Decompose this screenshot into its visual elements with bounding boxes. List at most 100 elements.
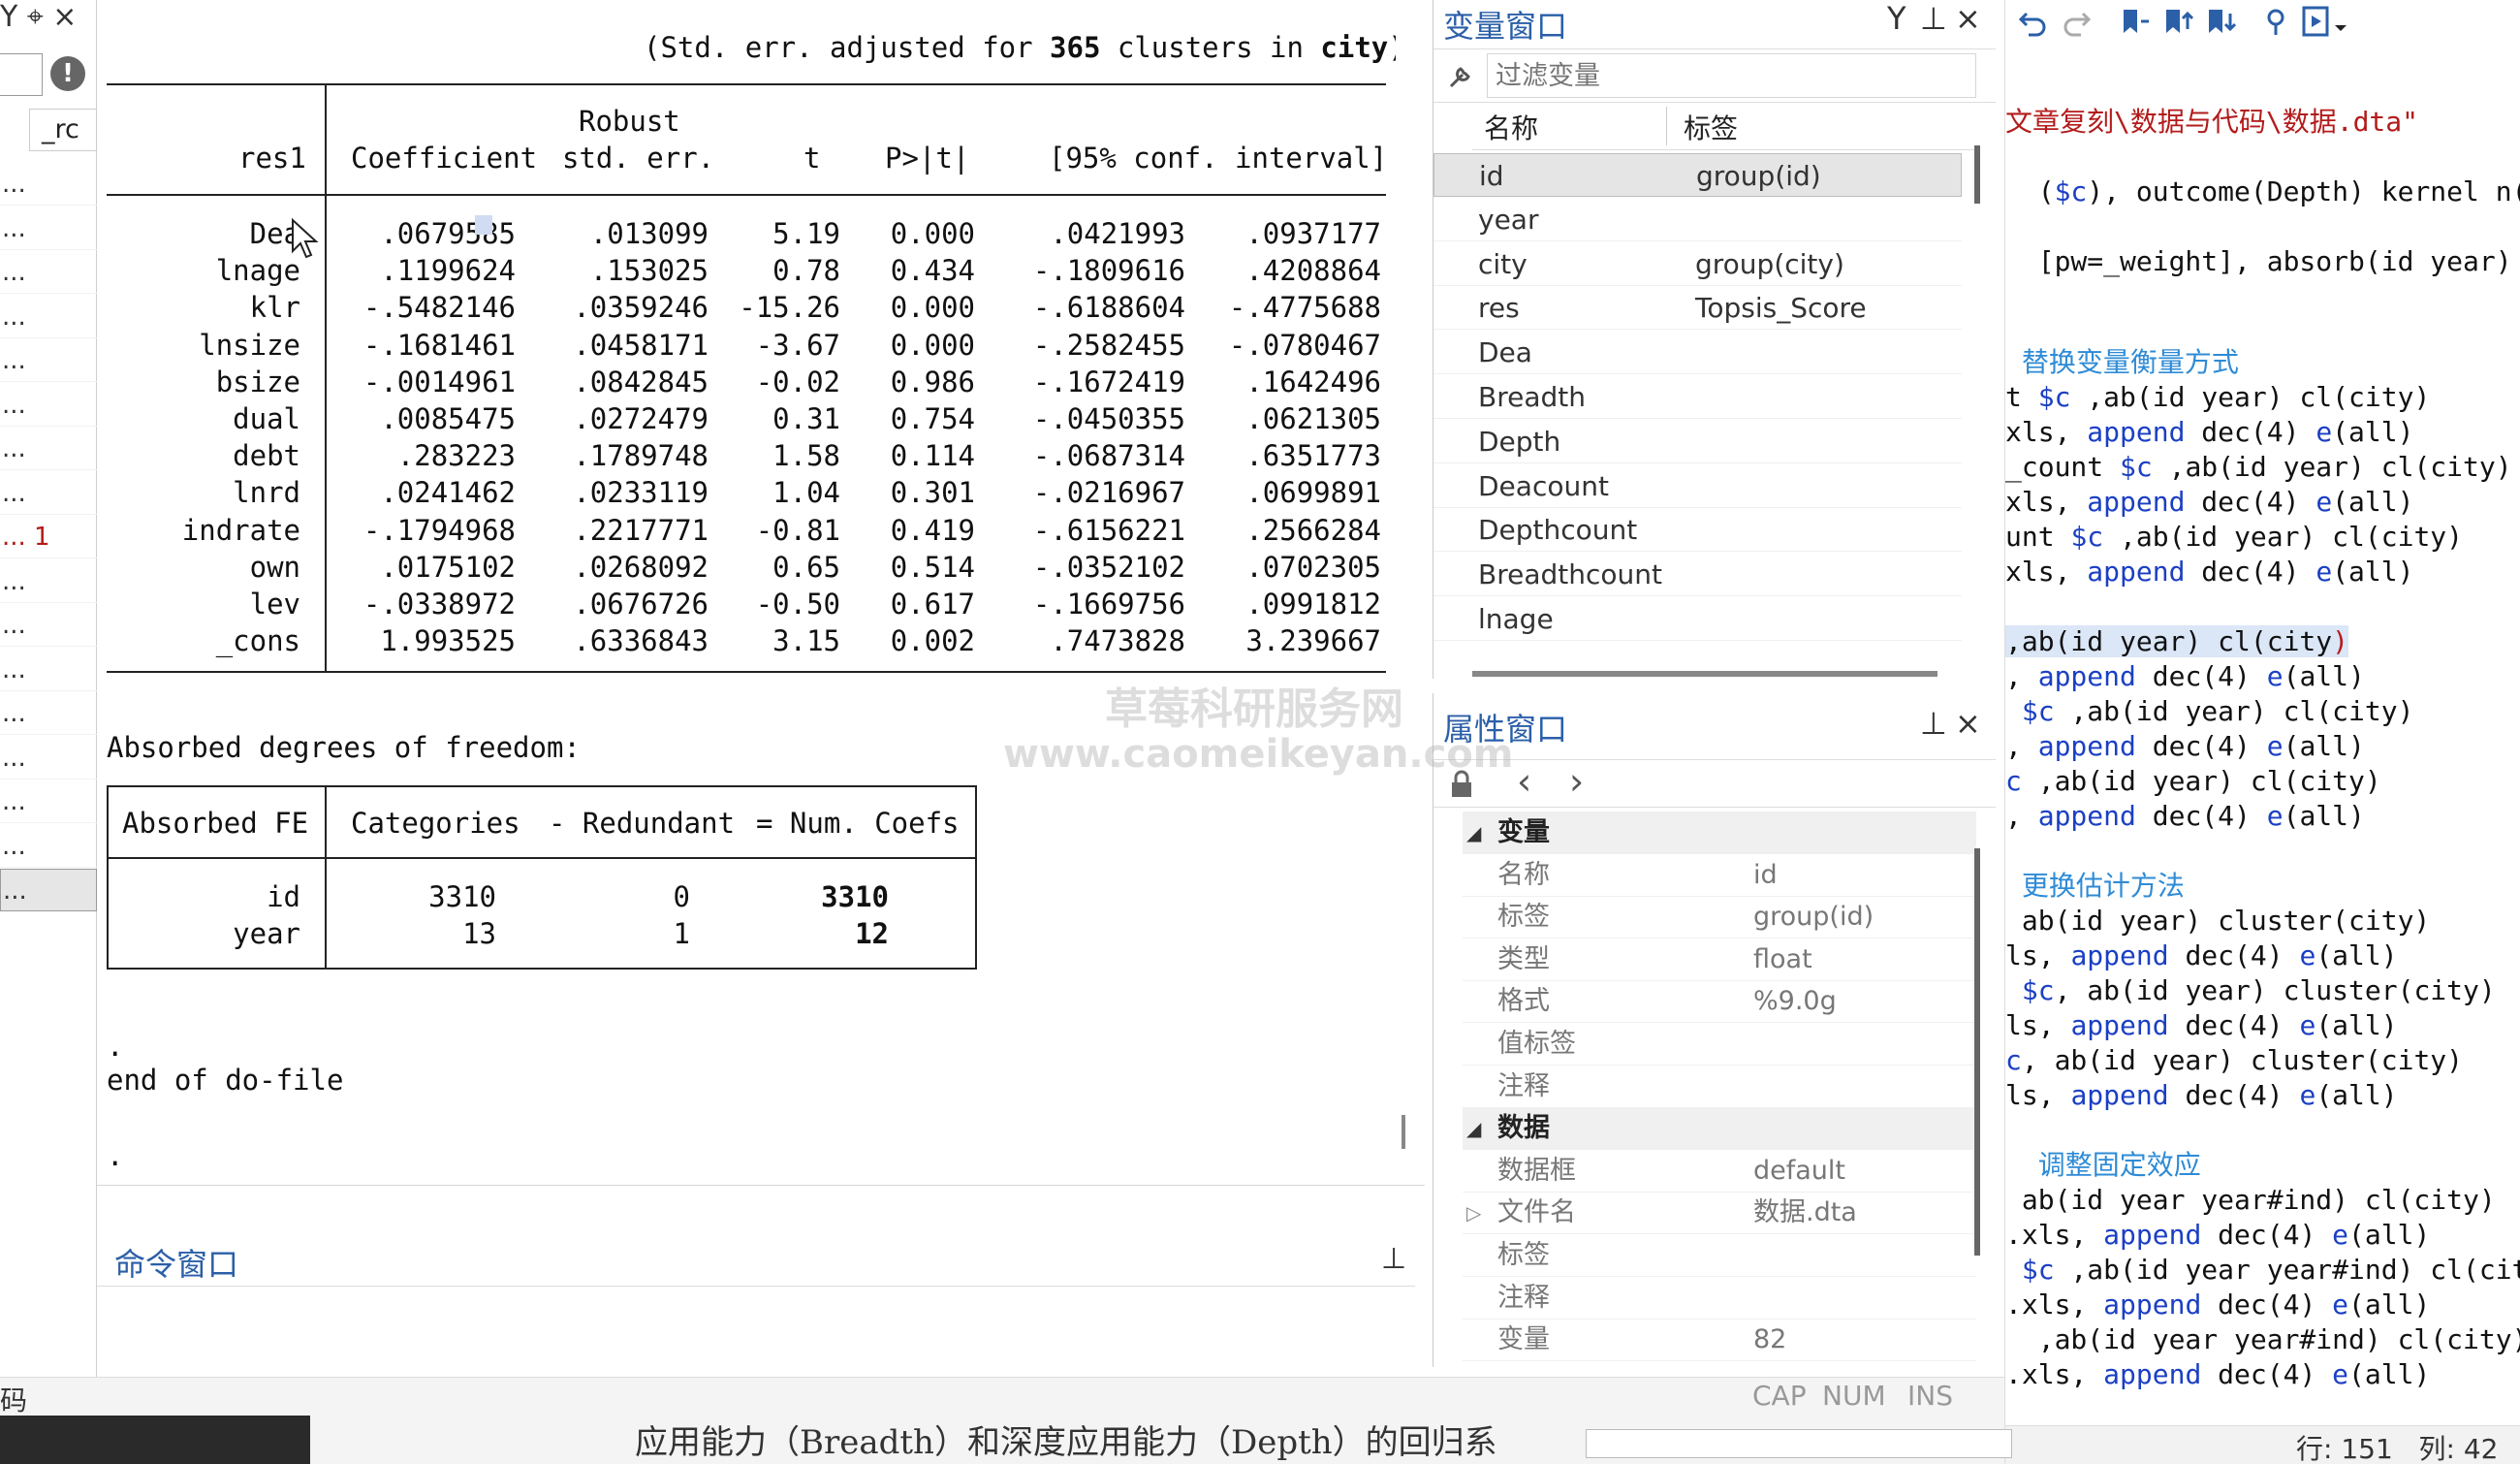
pin-icon[interactable]: ⊥: [1920, 0, 1947, 37]
filter-icon[interactable]: Y: [1887, 0, 1906, 37]
left-pane-row[interactable]: ...: [0, 207, 97, 250]
show-file-icon[interactable]: [2259, 6, 2292, 39]
redo-icon[interactable]: [2060, 6, 2093, 39]
command-window[interactable]: 命令窗口 ⊥: [97, 1185, 1425, 1367]
left-pane-row[interactable]: ...: [0, 472, 97, 515]
code-token: 调整固定效应: [2005, 1149, 2201, 1181]
cell-var: lnsize: [199, 328, 300, 362]
bookmark-prev-icon[interactable]: [2160, 6, 2193, 39]
cell-hi: .6351773: [1245, 439, 1381, 473]
left-pane-row[interactable]: ...: [0, 692, 97, 735]
left-pane-row[interactable]: ...: [0, 780, 97, 823]
variable-row-breadth[interactable]: Breadth: [1433, 375, 1962, 419]
property-scrollbar[interactable]: [1974, 848, 1980, 1256]
left-pane-row[interactable]: ...: [0, 384, 97, 427]
code-token: ,ab(id year) cl(city): [2021, 765, 2381, 797]
variable-row-year[interactable]: year: [1433, 198, 1962, 241]
left-pane-row[interactable]: ...: [0, 296, 97, 338]
close-icon[interactable]: ×: [1955, 0, 1981, 37]
property-value: group(id): [1753, 902, 1874, 933]
cell-p: 0.000: [890, 291, 975, 325]
property-row[interactable]: 数据框 default: [1463, 1150, 1976, 1193]
cell-var: lev: [249, 588, 300, 621]
left-pane-row[interactable]: ...: [0, 163, 97, 206]
variable-hscrollbar[interactable]: [1472, 671, 1937, 677]
nav-back-icon[interactable]: ‹: [1517, 760, 1531, 803]
property-row[interactable]: ▷ 文件名 数据.dta: [1463, 1192, 1976, 1235]
cell-lo: -.1669756: [1032, 588, 1185, 621]
code-token: ls,: [2005, 1009, 2071, 1041]
property-row[interactable]: 标签: [1463, 1234, 1976, 1277]
property-row[interactable]: 格式 %9.0g: [1463, 980, 1976, 1024]
command-pin-icon[interactable]: ⊥: [1381, 1242, 1406, 1276]
document-dropdown[interactable]: [1586, 1429, 2012, 1458]
variable-row-res[interactable]: res Topsis_Score: [1433, 286, 1962, 331]
filter-variables-input[interactable]: [1487, 53, 1976, 98]
code-line: xls, append dec(4) e(all): [2005, 485, 2413, 520]
property-pin-icon[interactable]: ⊥: [1920, 705, 1947, 742]
col-label-header[interactable]: 标签: [1684, 107, 1738, 150]
cell-t: 0.65: [772, 550, 840, 584]
cell-t: 3.15: [772, 624, 840, 658]
code-token: ,ab(id year) cl(city): [2070, 381, 2431, 413]
cell-var: debt: [233, 439, 300, 473]
left-pane-row[interactable]: ...: [0, 869, 97, 911]
left-pane-input[interactable]: [0, 53, 43, 96]
variable-row-breadthcount[interactable]: Breadthcount: [1433, 553, 1962, 597]
variable-row-dea[interactable]: Dea: [1433, 331, 1962, 375]
code-line: ,ab(id year year#ind) cl(city): [2005, 1322, 2520, 1357]
property-row[interactable]: 注释: [1463, 1277, 1976, 1320]
code-token: append: [2087, 416, 2186, 448]
left-pane-row[interactable]: ...: [0, 825, 97, 868]
left-pane-row[interactable]: ...: [0, 737, 97, 780]
bookmark-toggle-icon[interactable]: [2118, 6, 2151, 39]
absorbed-fe-name: year: [233, 917, 300, 950]
collapse-icon[interactable]: ◢: [1466, 1107, 1481, 1150]
results-scrollbar[interactable]: [1402, 1115, 1405, 1149]
variable-row-deacount[interactable]: Deacount: [1433, 464, 1962, 508]
do-file-editor[interactable]: 文章复刻\数据与代码\数据.dta" ($c), outcome(Depth) …: [2004, 0, 2520, 1464]
absorbed-categories: 13: [462, 917, 496, 950]
dot-line-2: .: [107, 1139, 124, 1172]
variable-row-city[interactable]: city group(city): [1433, 242, 1962, 286]
left-pane-row[interactable]: ...: [0, 428, 97, 470]
variable-row-depth[interactable]: Depth: [1433, 420, 1962, 463]
left-pane-row[interactable]: ...: [0, 604, 97, 647]
variable-row-lnage[interactable]: lnage: [1433, 597, 1962, 641]
expand-icon[interactable]: ▷: [1466, 1192, 1481, 1234]
variable-name: Depthcount: [1478, 514, 1638, 547]
property-row[interactable]: 名称 id: [1463, 854, 1976, 897]
variable-name: Deacount: [1478, 469, 1609, 502]
variable-row-depthcount[interactable]: Depthcount: [1433, 508, 1962, 553]
property-row[interactable]: 类型 float: [1463, 939, 1976, 981]
cell-hi: -.4775688: [1228, 291, 1381, 325]
cell-coef: .283223: [396, 439, 516, 473]
watermark-line-2: www.caomeikeyan.com: [1003, 732, 1514, 777]
table-row: _cons 1.993525 .6336843 3.15 0.002 .7473828 3.…: [97, 622, 1396, 659]
left-pane-row[interactable]: ...: [0, 560, 97, 603]
cell-lo: -.0687314: [1032, 439, 1185, 473]
editor-status-bar: 行: 151 列: 42: [2005, 1425, 2520, 1464]
filter-bar: [1433, 48, 1996, 103]
left-pane-toolbar[interactable]: Y ⌖ ×: [0, 0, 97, 35]
col-name-header[interactable]: 名称: [1484, 107, 1538, 150]
cell-p: 0.000: [890, 217, 975, 250]
collapse-icon[interactable]: ◢: [1466, 812, 1481, 854]
variable-list-scrollbar[interactable]: [1974, 145, 1980, 204]
left-pane-row[interactable]: ...: [0, 649, 97, 691]
nav-forward-icon[interactable]: ›: [1569, 760, 1584, 803]
left-pane-row[interactable]: ...: [0, 339, 97, 382]
left-pane-row[interactable]: ... 1: [0, 516, 97, 558]
execute-icon[interactable]: [2302, 6, 2350, 39]
variable-row-id[interactable]: id group(id): [1433, 153, 1962, 197]
alert-icon[interactable]: !: [50, 56, 85, 91]
property-row[interactable]: 注释: [1463, 1066, 1976, 1108]
left-pane-row[interactable]: ...: [0, 251, 97, 294]
property-row[interactable]: 值标签: [1463, 1023, 1976, 1066]
property-row[interactable]: 变量 82: [1463, 1319, 1976, 1362]
property-row[interactable]: 标签 group(id): [1463, 896, 1976, 939]
bookmark-next-icon[interactable]: [2203, 6, 2236, 39]
property-close-icon[interactable]: ×: [1955, 705, 1981, 742]
property-value: %9.0g: [1753, 986, 1837, 1017]
undo-icon[interactable]: [2017, 6, 2050, 39]
